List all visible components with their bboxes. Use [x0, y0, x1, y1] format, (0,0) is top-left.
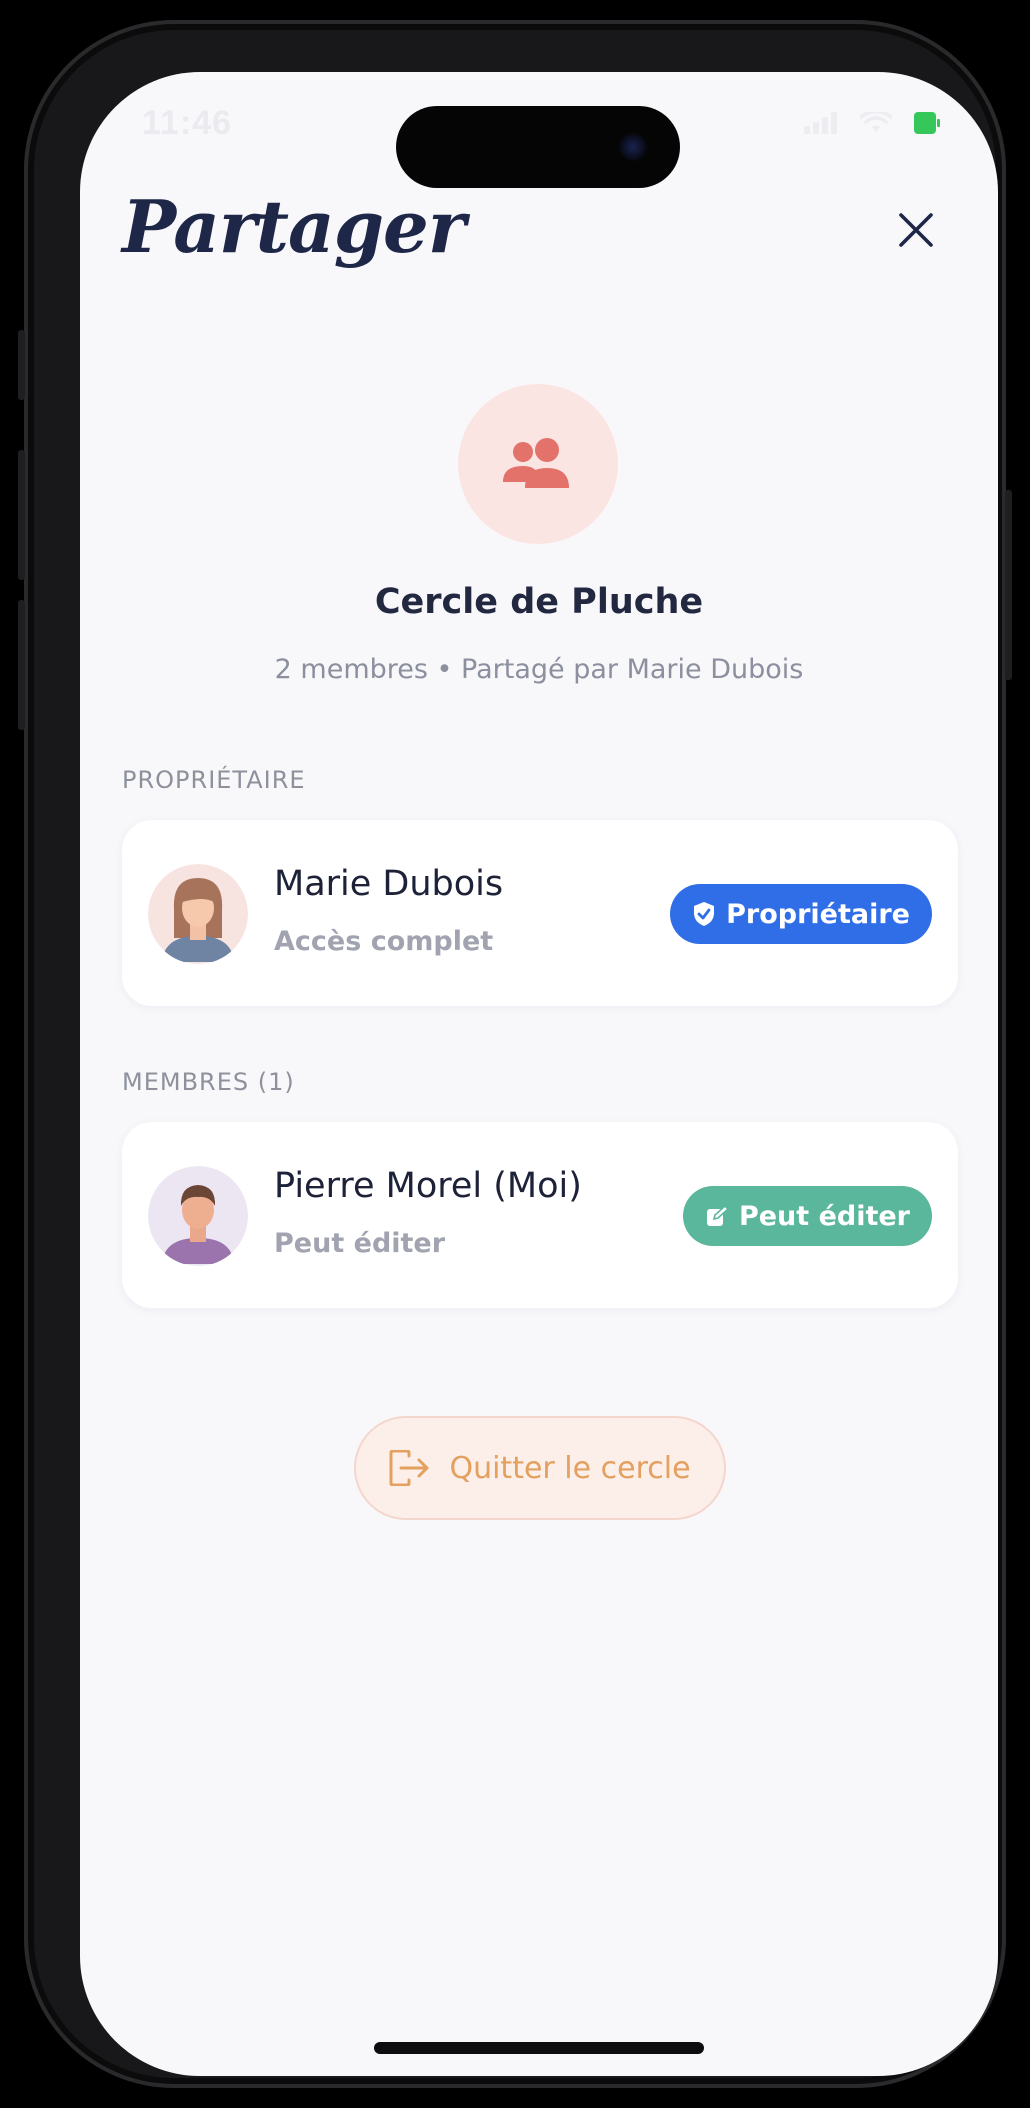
group-avatar [458, 384, 618, 544]
member-card[interactable]: Pierre Morel (Moi) Peut éditer Peut édit… [122, 1122, 958, 1308]
close-icon [899, 213, 933, 247]
leave-circle-button[interactable]: Quitter le cercle [354, 1416, 726, 1520]
shield-check-icon [694, 902, 715, 926]
leave-circle-label: Quitter le cercle [449, 1450, 691, 1486]
volume-down-button [18, 600, 25, 730]
owner-card[interactable]: Marie Dubois Accès complet Propriétaire [122, 820, 958, 1006]
home-indicator[interactable] [374, 2042, 704, 2054]
member-name: Marie Dubois [274, 864, 504, 904]
members-section-label: MEMBRES (1) [122, 1068, 295, 1096]
edit-icon [706, 1204, 729, 1226]
battery-icon [914, 112, 940, 134]
owner-section-label: PROPRIÉTAIRE [122, 766, 306, 794]
avatar [148, 1166, 248, 1266]
owner-badge: Propriétaire [670, 884, 932, 944]
wifi-icon [860, 112, 892, 132]
power-button [1005, 490, 1012, 680]
users-icon [503, 438, 569, 488]
man-avatar-icon [148, 1166, 248, 1266]
edit-badge: Peut éditer [682, 1186, 932, 1246]
member-access: Accès complet [274, 926, 494, 957]
close-button[interactable] [888, 202, 944, 258]
status-icons [804, 112, 940, 134]
woman-avatar-icon [148, 864, 248, 964]
group-name: Cercle de Pluche [374, 582, 704, 622]
logout-icon [389, 1450, 429, 1486]
group-meta: 2 membres • Partagé par Marie Dubois [274, 654, 804, 685]
volume-up-button [18, 450, 25, 580]
status-time: 11:46 [142, 104, 233, 142]
signal-icon [804, 112, 837, 134]
avatar [148, 864, 248, 964]
member-name: Pierre Morel (Moi) [274, 1166, 582, 1206]
member-access: Peut éditer [274, 1228, 446, 1259]
action-button [18, 330, 25, 400]
phone-frame: 11:46 Partager Cercle de Pluche 2 membre… [18, 20, 1012, 2088]
edit-badge-label: Peut éditer [738, 1200, 910, 1232]
camera-icon [618, 132, 648, 162]
owner-badge-label: Propriétaire [726, 898, 910, 930]
screen: 11:46 Partager Cercle de Pluche 2 membre… [80, 72, 998, 2076]
dynamic-island [396, 106, 680, 188]
page-title: Partager [122, 184, 466, 269]
